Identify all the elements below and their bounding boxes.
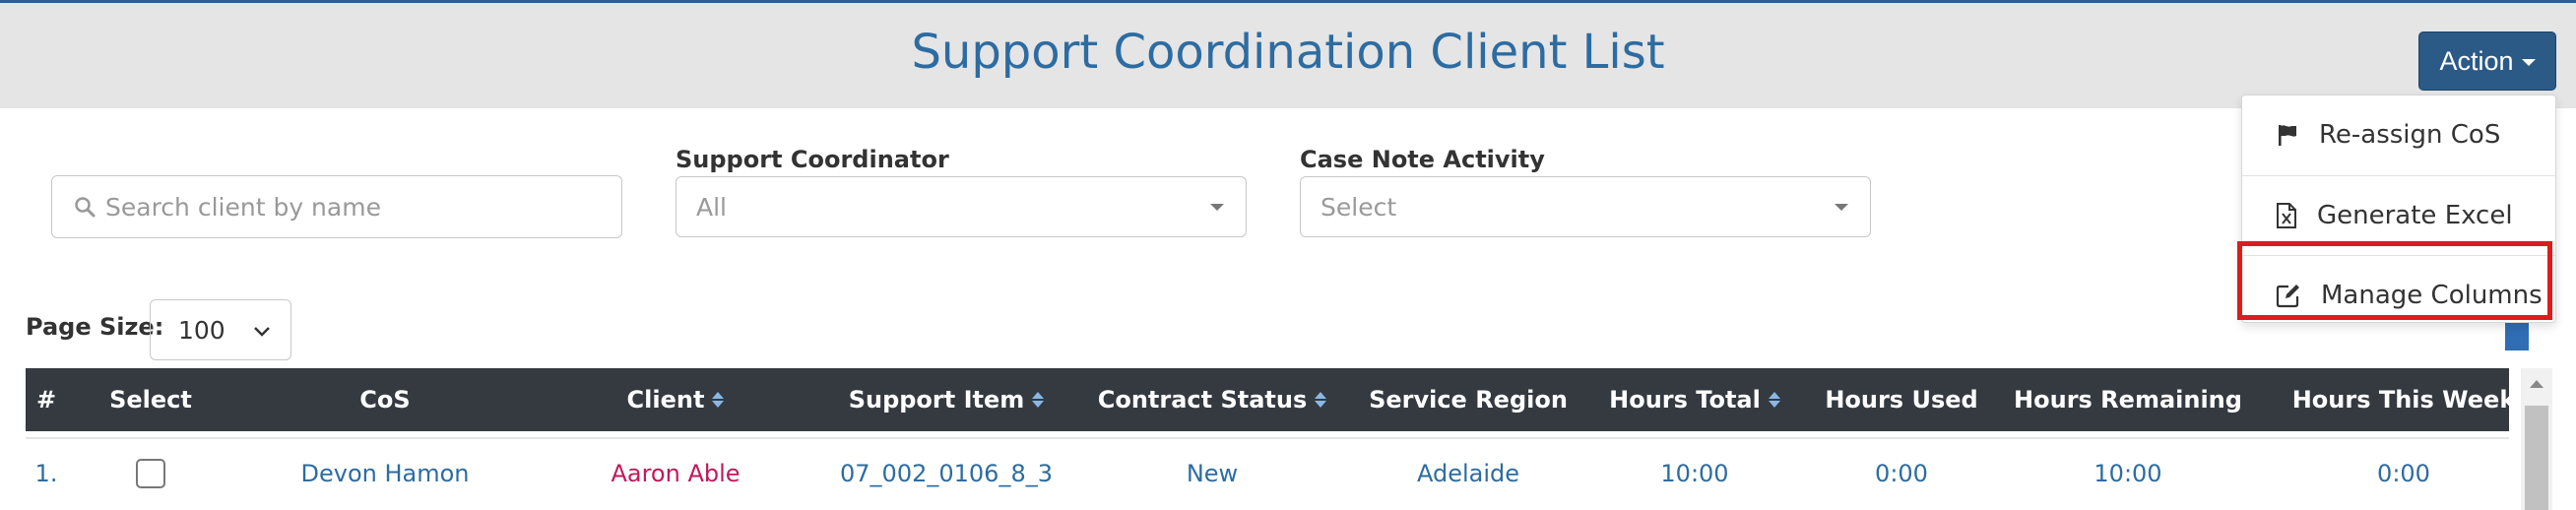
sort-icon: [1032, 392, 1045, 408]
hours-this-week-link[interactable]: 0:00: [2271, 439, 2537, 508]
search-box[interactable]: [51, 175, 622, 238]
case-note-activity-select[interactable]: Select: [1300, 176, 1871, 237]
action-button[interactable]: Action: [2418, 32, 2556, 91]
menu-item-manage-columns[interactable]: Manage Columns: [2242, 255, 2555, 334]
row-checkbox[interactable]: [136, 459, 165, 488]
menu-item-label: Re-assign CoS: [2319, 120, 2501, 150]
client-link[interactable]: Aaron Able: [538, 439, 813, 508]
row-number: 1.: [34, 460, 58, 487]
hours-used-link[interactable]: 0:00: [1798, 439, 2005, 508]
page-size-select[interactable]: 100: [150, 299, 291, 360]
chevron-down-icon: [254, 327, 270, 337]
page-size-label: Page Size:: [26, 313, 164, 341]
sort-icon: [1768, 392, 1780, 408]
page-size-value: 100: [178, 315, 225, 345]
support-coordinator-select[interactable]: All: [676, 176, 1247, 237]
service-region-link[interactable]: Adelaide: [1335, 439, 1601, 508]
column-header-select: Select: [109, 386, 192, 414]
column-header-support-item[interactable]: Support Item: [804, 368, 1089, 431]
edit-icon: [2276, 284, 2299, 307]
support-coordinator-value: All: [696, 192, 727, 222]
flag-icon: [2279, 125, 2296, 146]
column-header-hours-used: Hours Used: [1825, 386, 1978, 414]
dropdown-arrow-icon: [1835, 204, 1848, 211]
column-header-number: #: [35, 386, 57, 414]
column-header-cos: CoS: [359, 386, 411, 414]
column-header-hours-this-week: Hours This Week: [2291, 386, 2516, 414]
support-item-link[interactable]: 07_002_0106_8_3: [804, 439, 1089, 508]
sort-icon: [1315, 392, 1327, 408]
row-select-cell: [97, 439, 205, 508]
excel-file-icon: [2277, 202, 2296, 228]
case-note-activity-value: Select: [1320, 192, 1397, 222]
hours-total-link[interactable]: 10:00: [1581, 439, 1808, 508]
column-header-client[interactable]: Client: [557, 368, 794, 431]
menu-item-generate-excel[interactable]: Generate Excel: [2242, 175, 2555, 254]
table-header: # Select CoS Client Support Item Contrac…: [26, 368, 2515, 431]
caret-down-icon: [2521, 59, 2536, 66]
action-dropdown-menu: Re-assign CoS Generate Excel Manage Colu…: [2241, 95, 2556, 323]
hours-remaining-link[interactable]: 10:00: [2005, 439, 2251, 508]
support-coordinator-label: Support Coordinator: [676, 146, 949, 173]
menu-item-label: Manage Columns: [2321, 280, 2543, 310]
vertical-scrollbar[interactable]: [2521, 368, 2552, 510]
contract-status-link[interactable]: New: [1079, 439, 1345, 508]
sort-icon: [712, 392, 725, 408]
column-header-contract-status[interactable]: Contract Status: [1079, 368, 1345, 431]
action-button-label: Action: [2439, 45, 2514, 76]
column-header-service-region: Service Region: [1369, 386, 1568, 414]
scroll-thumb[interactable]: [2525, 406, 2548, 510]
menu-item-reassign-cos[interactable]: Re-assign CoS: [2242, 96, 2555, 174]
table-row[interactable]: 1. Devon Hamon Aaron Able 07_002_0106_8_…: [26, 437, 2509, 510]
column-header-hours-remaining: Hours Remaining: [2014, 386, 2242, 414]
dropdown-arrow-icon: [1210, 204, 1224, 211]
page-header: Support Coordination Client List: [0, 3, 2576, 108]
column-header-hours-total[interactable]: Hours Total: [1581, 368, 1808, 431]
menu-item-label: Generate Excel: [2317, 200, 2513, 230]
search-input[interactable]: [105, 192, 617, 222]
cos-link[interactable]: Devon Hamon: [242, 439, 528, 508]
scroll-up-arrow-icon[interactable]: [2530, 380, 2544, 388]
case-note-activity-label: Case Note Activity: [1300, 146, 1545, 173]
search-icon: [75, 197, 96, 218]
page-title: Support Coordination Client List: [911, 25, 1665, 80]
